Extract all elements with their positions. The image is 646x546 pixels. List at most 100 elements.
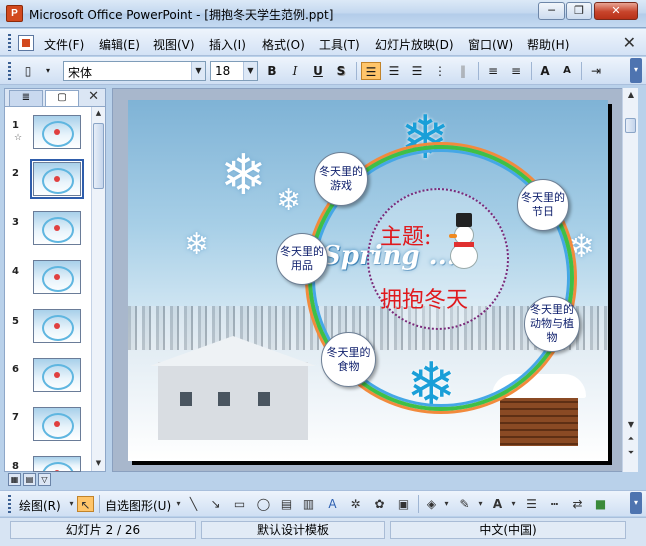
menu-view[interactable]: 视图(V) [153,36,195,53]
dash-style-icon[interactable]: ┅ [546,496,563,512]
align-right-icon[interactable]: ☰ [407,62,427,80]
line-style-icon[interactable]: ☰ [523,496,540,512]
slide-scrollbar[interactable]: ▲ ▼ ⏶ ⏷ [622,88,638,472]
toolbar-overflow-icon[interactable]: ▾ [630,58,642,83]
textbox-icon[interactable]: ▤ [278,496,295,512]
font-size-combo[interactable]: 18 ▼ [210,61,258,81]
font-color-dropdown-icon[interactable]: ▾ [505,496,522,512]
powerpoint-app-icon[interactable]: P [6,5,23,22]
wordart-icon[interactable]: A [324,496,341,512]
rectangle-icon[interactable]: ▭ [231,496,248,512]
slides-panel: ≣ ▢ ✕ 1 ☆ 2 3 4 5 6 7 8 ▲ ▼ [4,88,106,472]
bold-button[interactable]: B [262,62,282,80]
next-slide-icon[interactable]: ⏷ [624,446,638,459]
clipart-icon[interactable]: ✿ [371,496,388,512]
distribute-icon[interactable]: ⋮ [430,62,450,80]
scroll-down-icon[interactable]: ▼ [92,457,105,470]
menu-file[interactable]: 文件(F) [44,36,84,53]
draw-menu-button[interactable]: 绘图(R) [19,497,61,514]
menu-help[interactable]: 帮助(H) [527,36,569,53]
toolbar-grip[interactable] [8,62,11,80]
increase-font-button[interactable]: A [535,62,555,80]
slide-thumbnail-7[interactable] [33,407,81,441]
font-name-combo[interactable]: 宋体 ▼ [63,61,206,81]
status-design-template[interactable]: 默认设计模板 [201,521,385,539]
panel-scroll-thumb[interactable] [93,123,104,189]
outline-tab-icon[interactable]: ≣ [9,90,43,106]
vertical-textbox-icon[interactable]: ▥ [300,496,317,512]
bullets-icon[interactable]: ≡ [506,62,526,80]
slide-thumbnail-4[interactable] [33,260,81,294]
restore-button[interactable]: ❐ [566,2,592,20]
menu-edit[interactable]: 编辑(E) [99,36,140,53]
menubar-grip[interactable] [8,34,11,51]
drawbar-grip[interactable] [8,495,11,513]
menu-format[interactable]: 格式(O) [262,36,305,53]
align-left-icon[interactable]: ☰ [361,62,381,80]
snowflake-icon: ❄ [220,143,267,208]
house-window [258,392,270,406]
previous-slide-icon[interactable]: ⏶ [624,432,638,445]
drawbar-overflow-icon[interactable]: ▾ [630,492,642,514]
menu-window[interactable]: 窗口(W) [468,36,513,53]
topic-label[interactable]: 主题: [380,219,431,251]
select-objects-icon[interactable]: ↖ [77,496,94,512]
slide-thumbnail-2[interactable] [30,159,84,199]
scroll-up-icon[interactable]: ▲ [624,88,638,101]
numbering-icon[interactable]: ≡ [483,62,503,80]
slide-thumbnail-1[interactable] [33,115,81,149]
font-name-dropdown-icon[interactable]: ▼ [191,62,205,80]
scroll-up-icon[interactable]: ▲ [92,107,105,120]
fill-dropdown-icon[interactable]: ▾ [438,496,455,512]
document-icon[interactable] [18,35,34,51]
scroll-down-icon[interactable]: ▼ [624,418,638,431]
arrow-icon[interactable]: ↘ [207,496,224,512]
slides-tab-icon[interactable]: ▢ [45,90,79,106]
slide-scroll-thumb[interactable] [625,118,636,133]
diagram-icon[interactable]: ✲ [347,496,364,512]
vertical-text-icon[interactable]: ‖ [453,62,473,80]
align-center-icon[interactable]: ☰ [384,62,404,80]
decrease-font-button[interactable]: A [557,62,577,80]
minimize-button[interactable]: ─ [538,2,565,20]
slideshow-view-icon[interactable]: ▽ [38,473,51,486]
normal-view-icon[interactable]: ▦ [8,473,21,486]
indent-icon[interactable]: ⇥ [586,62,606,80]
italic-button[interactable]: I [285,62,305,80]
bubble-winter-animals-plants[interactable]: 冬天里的动物与植物 [524,296,580,352]
slide-thumbnail-6[interactable] [33,358,81,392]
oval-icon[interactable]: ◯ [255,496,272,512]
slide-thumbnail-3[interactable] [33,211,81,245]
picture-icon[interactable]: ▣ [395,496,412,512]
bubble-winter-festivals[interactable]: 冬天里的节日 [517,179,569,231]
panel-close-icon[interactable]: ✕ [88,89,99,104]
slide-sorter-icon[interactable]: ▤ [23,473,36,486]
close-window-button[interactable]: ✕ [594,2,638,20]
line-color-dropdown-icon[interactable]: ▾ [472,496,489,512]
autoshapes-menu-button[interactable]: 自选图形(U) [105,497,171,514]
menu-tools[interactable]: 工具(T) [319,36,360,53]
slide-thumbnail-5[interactable] [33,309,81,343]
slide-thumbnail-8[interactable] [33,456,81,472]
arrow-style-icon[interactable]: ⇄ [569,496,586,512]
menu-slideshow[interactable]: 幻灯片放映(D) [375,36,454,53]
close-document-icon[interactable]: ✕ [623,33,636,52]
line-icon[interactable]: ╲ [185,496,202,512]
toolbar-separator [99,495,100,513]
shadow-style-icon[interactable]: ■ [592,496,609,512]
bubble-winter-food[interactable]: 冬天里的食物 [321,332,376,387]
line-color-icon[interactable]: ✎ [456,496,473,512]
theme-title[interactable]: 拥抱冬天 [380,282,468,314]
toolbar-options-icon[interactable]: ▾ [38,62,58,80]
shadow-button[interactable]: S [331,62,351,80]
slide-canvas[interactable]: ❄ ❄ ❄ ❄ ❄ ❄ Spring ... 主题: 拥抱冬天 冬天里的游戏 冬… [128,100,608,461]
window-title: Microsoft Office PowerPoint - [拥抱冬天学生范例.… [29,8,334,22]
bubble-winter-goods[interactable]: 冬天里的用品 [276,233,328,285]
bubble-winter-games[interactable]: 冬天里的游戏 [314,152,368,206]
underline-button[interactable]: U [308,62,328,80]
menu-insert[interactable]: 插入(I) [209,36,246,53]
font-color-icon[interactable]: A [489,496,506,512]
panel-scrollbar[interactable]: ▲ ▼ [91,107,105,471]
new-document-icon[interactable]: ▯ [18,62,38,80]
font-size-dropdown-icon[interactable]: ▼ [243,62,257,80]
